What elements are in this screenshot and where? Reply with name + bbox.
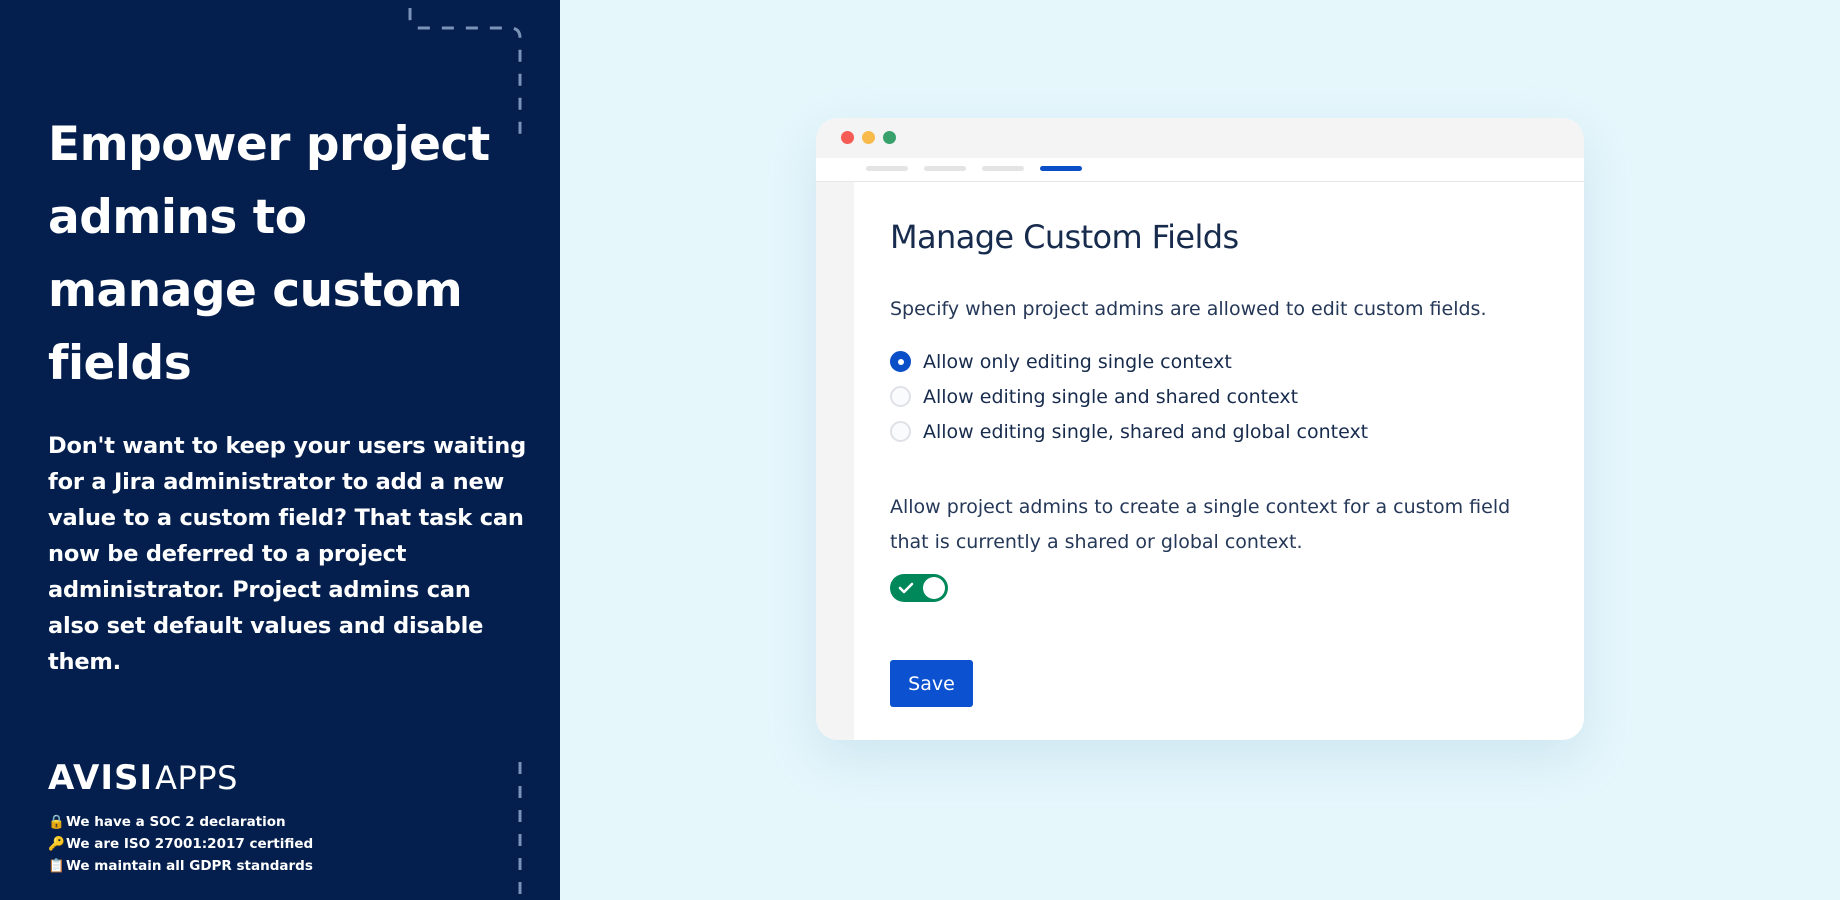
tab-strip [816, 158, 1584, 182]
save-button[interactable]: Save [890, 660, 973, 707]
close-dot-icon[interactable] [841, 131, 854, 144]
avisi-apps-logo: AVISI APPS [48, 758, 238, 798]
logo-sub: APPS [155, 759, 238, 797]
radio-checked-icon[interactable] [890, 351, 911, 372]
window-titlebar [816, 118, 1584, 158]
badge-gdpr: 📋 We maintain all GDPR standards [48, 855, 368, 877]
certification-list: 🔒 We have a SOC 2 declaration 🔑 We are I… [48, 811, 368, 877]
option-label: Allow editing single and shared context [923, 385, 1299, 408]
headline: Empower project admins to manage custom … [48, 117, 490, 391]
left-panel: Empower project admins to manage custom … [0, 0, 560, 900]
toggle-knob [923, 577, 945, 599]
badge-soc2: 🔒 We have a SOC 2 declaration [48, 811, 368, 833]
description: Don't want to keep your users waiting fo… [48, 433, 527, 675]
sidebar [816, 182, 854, 740]
badge-label: We are ISO 27001:2017 certified [66, 836, 314, 852]
clipboard-icon: 📋 [48, 858, 65, 874]
badge-iso: 🔑 We are ISO 27001:2017 certified [48, 833, 368, 855]
check-icon [898, 582, 914, 594]
option-label: Allow only editing single context [923, 350, 1232, 373]
radio-unchecked-icon[interactable] [890, 386, 911, 407]
maximize-dot-icon[interactable] [883, 131, 896, 144]
tab-placeholder[interactable] [924, 166, 966, 171]
tab-placeholder[interactable] [866, 166, 908, 171]
minimize-dot-icon[interactable] [862, 131, 875, 144]
toggle-description: Allow project admins to create a single … [890, 496, 1511, 553]
badge-label: We have a SOC 2 declaration [66, 814, 286, 830]
app-window: Manage Custom Fields Specify when projec… [816, 118, 1584, 740]
single-context-toggle[interactable] [890, 574, 948, 602]
lock-icon: 🔒 [48, 814, 65, 830]
page-title: Manage Custom Fields [890, 218, 1239, 256]
dashed-line-decoration-bottom [518, 762, 522, 900]
radio-option-single[interactable]: Allow only editing single context [890, 344, 1530, 379]
option-label: Allow editing single, shared and global … [923, 420, 1369, 443]
tab-placeholder[interactable] [982, 166, 1024, 171]
tab-active[interactable] [1040, 166, 1082, 171]
radio-option-shared[interactable]: Allow editing single and shared context [890, 379, 1530, 414]
intro-text: Specify when project admins are allowed … [890, 298, 1487, 320]
context-radio-group: Allow only editing single context Allow … [890, 344, 1530, 449]
radio-option-global[interactable]: Allow editing single, shared and global … [890, 414, 1530, 449]
logo-main: AVISI [48, 758, 154, 798]
badge-label: We maintain all GDPR standards [66, 858, 313, 874]
radio-unchecked-icon[interactable] [890, 421, 911, 442]
key-icon: 🔑 [48, 836, 65, 852]
